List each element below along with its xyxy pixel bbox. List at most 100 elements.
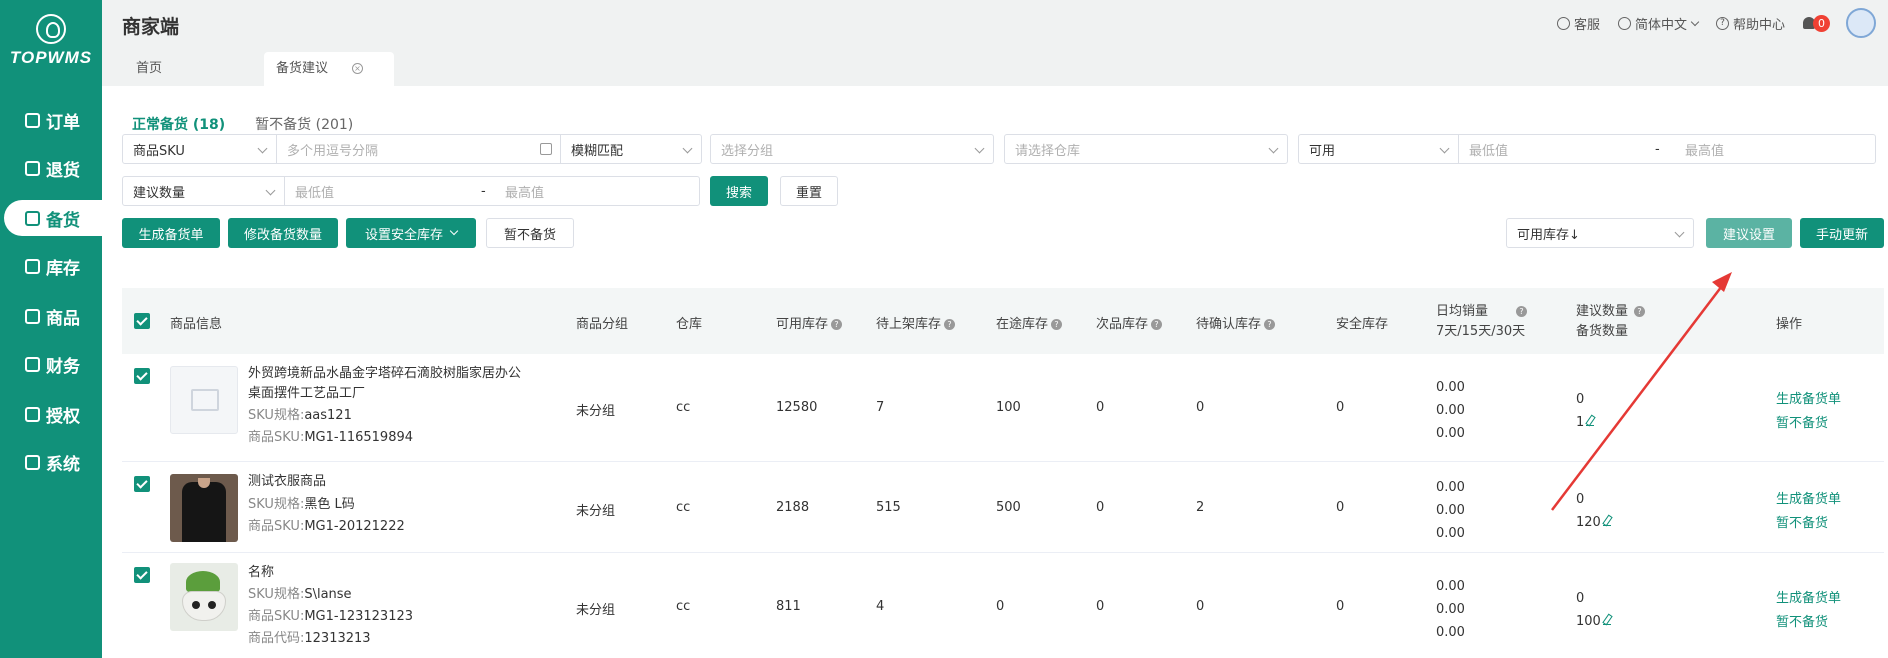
sku-value: MG1-116519894: [304, 430, 414, 445]
th-warehouse: 仓库: [676, 317, 703, 332]
placeholder-image-icon: [170, 366, 238, 434]
row-checkbox[interactable]: [134, 476, 150, 492]
help-icon[interactable]: ?: [1516, 306, 1528, 317]
edit-icon[interactable]: [1602, 518, 1611, 526]
row-checkbox[interactable]: [134, 567, 150, 583]
row-checkbox[interactable]: [134, 368, 150, 384]
match-mode-value: 模糊匹配: [571, 143, 624, 159]
row-pause-link[interactable]: 暂不备货: [1776, 512, 1828, 531]
generate-order-button[interactable]: 生成备货单: [122, 218, 220, 248]
suggest-range-filter: 建议数量 最低值 - 最高值: [122, 176, 700, 206]
spec-label: SKU规格:: [248, 497, 305, 512]
cell-warehouse: cc: [676, 500, 691, 515]
product-spec: SKU规格:黑色 L码: [248, 494, 355, 516]
sku-input[interactable]: 多个用逗号分隔: [277, 135, 561, 163]
select-all-checkbox[interactable]: [134, 313, 150, 329]
inventory-icon: [25, 258, 40, 274]
sku-value: MG1-123123123: [304, 609, 414, 624]
match-mode-select[interactable]: 模糊匹配: [561, 135, 701, 163]
th-pending-confirm: 待确认库存?: [1196, 313, 1276, 332]
stock-type-select[interactable]: 可用: [1299, 135, 1459, 163]
logo-text: TOPWMS: [9, 48, 93, 67]
help-icon[interactable]: ?: [1051, 319, 1063, 330]
sidebar-item-returns[interactable]: 退货: [0, 150, 102, 186]
sidebar-item-system[interactable]: 系统: [0, 444, 102, 480]
stock-qty[interactable]: 100: [1576, 610, 1611, 633]
search-button[interactable]: 搜索: [710, 176, 768, 206]
close-icon[interactable]: ×: [352, 63, 364, 74]
notifications-button[interactable]: 0: [1803, 14, 1830, 32]
sidebar: TOPWMS 订单 退货 备货 库存 商品 财务 授权 系统: [0, 0, 102, 658]
set-safety-stock-button[interactable]: 设置安全库存: [346, 218, 476, 248]
help-icon[interactable]: ?: [1264, 319, 1276, 330]
help-icon[interactable]: ?: [1151, 319, 1163, 330]
suggest-settings-button[interactable]: 建议设置: [1706, 218, 1792, 248]
row-pause-link[interactable]: 暂不备货: [1776, 412, 1828, 431]
cell-daily-sales: 0.00 0.00 0.00: [1436, 376, 1465, 445]
row-generate-link[interactable]: 生成备货单: [1776, 488, 1841, 507]
sales-30d: 0.00: [1436, 625, 1465, 640]
tab-home[interactable]: 首页: [124, 52, 234, 86]
sidebar-item-label: 授权: [46, 406, 80, 427]
chevron-down-icon: [1268, 143, 1279, 154]
manual-update-button[interactable]: 手动更新: [1800, 218, 1884, 248]
stock-qty[interactable]: 120: [1576, 511, 1611, 534]
sales-7d: 0.00: [1436, 380, 1465, 395]
stock-type-value: 可用: [1309, 143, 1336, 159]
tab-stock-suggestion[interactable]: 备货建议 ×: [264, 52, 394, 86]
stock-min-input[interactable]: 最低值: [1459, 135, 1655, 163]
cell-suggest: 01: [1576, 388, 1595, 434]
stock-qty-value: 1: [1576, 415, 1585, 430]
sku-label: 商品SKU:: [248, 519, 305, 534]
sidebar-item-goods[interactable]: 商品: [0, 298, 102, 334]
warehouse-select[interactable]: 请选择仓库: [1004, 134, 1288, 164]
reset-button[interactable]: 重置: [780, 176, 838, 206]
avatar[interactable]: [1846, 8, 1876, 38]
stock-qty[interactable]: 1: [1576, 411, 1595, 434]
sidebar-item-auth[interactable]: 授权: [0, 396, 102, 432]
edit-icon[interactable]: [1602, 617, 1611, 625]
product-title: 测试衣服商品: [248, 474, 327, 489]
suggest-max-input[interactable]: 最高值: [495, 177, 695, 205]
row-generate-link[interactable]: 生成备货单: [1776, 388, 1841, 407]
help-center-link[interactable]: ? 帮助中心: [1715, 14, 1785, 33]
th-label: 在途库存: [996, 317, 1049, 332]
customer-service-link[interactable]: 客服: [1556, 14, 1600, 33]
sidebar-item-orders[interactable]: 订单: [0, 102, 102, 138]
help-icon[interactable]: ?: [944, 319, 956, 330]
th-label: 待确认库存: [1196, 317, 1262, 332]
table-row: 测试衣服商品 SKU规格:黑色 L码 商品SKU:MG1-20121222 未分…: [122, 462, 1884, 553]
expand-icon[interactable]: [540, 143, 552, 155]
suggest-type-select[interactable]: 建议数量: [123, 177, 285, 205]
suggest-min-input[interactable]: 最低值: [285, 177, 481, 205]
sku-type-select[interactable]: 商品SKU: [123, 135, 277, 163]
group-select[interactable]: 选择分组: [710, 134, 994, 164]
sort-select[interactable]: 可用库存↓: [1506, 218, 1694, 248]
pause-stock-button[interactable]: 暂不备货: [486, 218, 574, 248]
sidebar-item-finance[interactable]: 财务: [0, 346, 102, 382]
settings-icon: [25, 454, 40, 470]
product-sku: 商品SKU:MG1-20121222: [248, 516, 405, 538]
tab-label: 首页: [136, 61, 163, 76]
sidebar-item-inventory[interactable]: 库存: [0, 248, 102, 284]
th-product: 商品信息: [170, 317, 223, 332]
cell-defective: 0: [1096, 500, 1105, 515]
cell-in-transit: 100: [996, 400, 1021, 415]
modify-qty-button[interactable]: 修改备货数量: [228, 218, 338, 248]
cell-pending-confirm: 2: [1196, 500, 1205, 515]
edit-icon[interactable]: [1586, 418, 1595, 426]
row-generate-link[interactable]: 生成备货单: [1776, 587, 1841, 606]
help-icon[interactable]: ?: [1634, 306, 1646, 317]
th-label: 次品库存: [1096, 317, 1149, 332]
sidebar-item-stocking[interactable]: 备货: [4, 200, 102, 236]
cell-daily-sales: 0.00 0.00 0.00: [1436, 476, 1465, 545]
stock-max-input[interactable]: 最高值: [1675, 135, 1875, 163]
plant-pot-photo: [170, 563, 238, 631]
cell-pending-shelf: 7: [876, 400, 885, 415]
min-placeholder: 最低值: [1469, 143, 1509, 159]
row-pause-link[interactable]: 暂不备货: [1776, 611, 1828, 630]
product-title: 名称: [248, 565, 275, 580]
language-select[interactable]: 简体中文: [1617, 14, 1700, 33]
chevron-down-icon: [1439, 143, 1450, 154]
help-icon[interactable]: ?: [831, 319, 843, 330]
